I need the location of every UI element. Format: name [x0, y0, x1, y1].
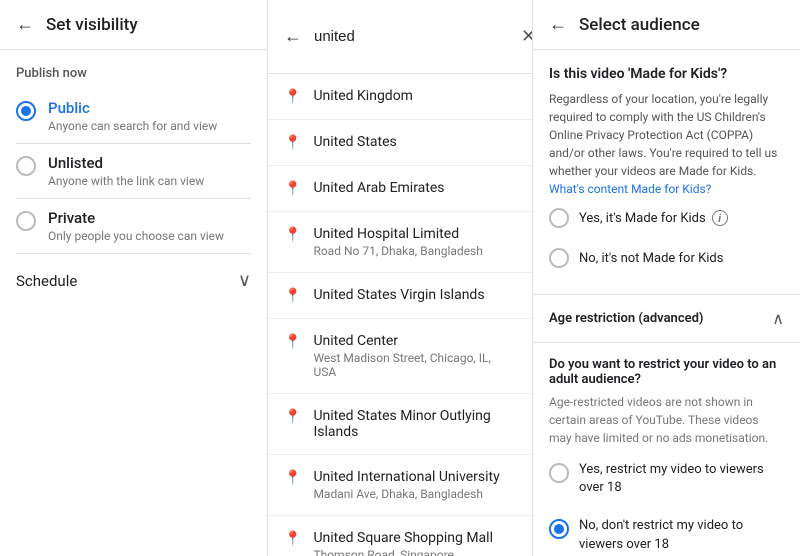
location-item[interactable]: 📍 United States Minor Outlying Islands [268, 394, 532, 455]
location-item[interactable]: 📍 United International University Madani A… [268, 455, 532, 516]
location-name: United International University [313, 469, 499, 485]
unlisted-text-group: Unlisted Anyone with the link can view [48, 154, 204, 188]
yes-kids-option[interactable]: Yes, it's Made for Kids i [549, 198, 784, 238]
yes-age-label: Yes, restrict my video to viewers over 1… [579, 461, 784, 497]
location-name: United States Minor Outlying Islands [313, 408, 516, 440]
no-kids-option[interactable]: No, it's not Made for Kids [549, 238, 784, 278]
unlisted-radio[interactable] [16, 156, 36, 176]
right-back-button[interactable]: ← [549, 14, 567, 35]
kids-description: Regardless of your location, you're lega… [549, 90, 784, 198]
location-pin-icon: 📍 [284, 181, 301, 197]
location-sub: Madani Ave, Dhaka, Bangladesh [313, 487, 499, 501]
location-name: United States Virgin Islands [313, 287, 484, 303]
location-text-group: United Center West Madison Street, Chicag… [313, 333, 516, 379]
location-name: United Square Shopping Mall [313, 530, 493, 546]
location-text-group: United States Minor Outlying Islands [313, 408, 516, 440]
left-panel-title: Set visibility [46, 15, 251, 35]
location-name: United Hospital Limited [313, 226, 482, 242]
location-item[interactable]: 📍 United Square Shopping Mall Thomson Road… [268, 516, 532, 556]
location-item[interactable]: 📍 United States Virgin Islands [268, 273, 532, 319]
no-age-label: No, don't restrict my video to viewers o… [579, 517, 784, 553]
location-item[interactable]: 📍 United Hospital Limited Road No 71, Dhak… [268, 212, 532, 273]
right-panel-header: ← Select audience [533, 0, 800, 50]
yes-age-option[interactable]: Yes, restrict my video to viewers over 1… [549, 451, 784, 507]
location-text-group: United States Virgin Islands [313, 287, 484, 303]
kids-link[interactable]: What's content Made for Kids? [549, 182, 711, 196]
yes-age-radio[interactable] [549, 463, 569, 483]
right-panel-title: Select audience [579, 15, 784, 35]
location-name: United Center [313, 333, 516, 349]
schedule-chevron-icon: ∨ [238, 270, 251, 291]
left-back-button[interactable]: ← [16, 14, 34, 35]
unlisted-option[interactable]: Unlisted Anyone with the link can view [0, 144, 267, 198]
location-item[interactable]: 📍 United Center West Madison Street, Chica… [268, 319, 532, 394]
location-sub: Road No 71, Dhaka, Bangladesh [313, 244, 482, 258]
location-pin-icon: 📍 [284, 531, 301, 547]
location-text-group: United States [313, 134, 396, 150]
age-restriction-header[interactable]: Age restriction (advanced) ∧ [533, 295, 800, 343]
unlisted-label: Unlisted [48, 154, 204, 172]
private-radio[interactable] [16, 211, 36, 231]
left-panel-header: ← Set visibility [0, 0, 267, 50]
public-sublabel: Anyone can search for and view [48, 119, 217, 133]
private-label: Private [48, 209, 224, 227]
publish-section-label: Publish now [0, 50, 267, 89]
search-input[interactable] [314, 14, 513, 59]
public-option[interactable]: Public Anyone can search for and view [0, 89, 267, 143]
age-question: Do you want to restrict your video to an… [549, 343, 784, 387]
public-radio[interactable] [16, 101, 36, 121]
location-text-group: United Arab Emirates [313, 180, 444, 196]
unlisted-sublabel: Anyone with the link can view [48, 174, 204, 188]
location-text-group: United Kingdom [313, 88, 413, 104]
kids-section: Is this video 'Made for Kids'? Regardles… [533, 50, 800, 295]
location-pin-icon: 📍 [284, 409, 301, 425]
schedule-label: Schedule [16, 272, 77, 290]
info-icon[interactable]: i [712, 210, 728, 226]
location-pin-icon: 📍 [284, 288, 301, 304]
location-item[interactable]: 📍 United Kingdom [268, 74, 532, 120]
no-kids-label: No, it's not Made for Kids [579, 251, 723, 266]
set-visibility-panel: ← Set visibility Publish now Public Anyo… [0, 0, 268, 556]
location-pin-icon: 📍 [284, 334, 301, 350]
search-panel: ← ✕ 📍 United Kingdom 📍 United States 📍 United… [268, 0, 533, 556]
kids-question: Is this video 'Made for Kids'? [549, 66, 784, 82]
location-item[interactable]: 📍 United States [268, 120, 532, 166]
location-sub: West Madison Street, Chicago, IL, USA [313, 351, 516, 379]
kids-description-text: Regardless of your location, you're lega… [549, 92, 777, 178]
location-pin-icon: 📍 [284, 227, 301, 243]
location-sub: Thomson Road, Singapore [313, 548, 493, 556]
location-name: United Arab Emirates [313, 180, 444, 196]
search-close-button[interactable]: ✕ [521, 26, 533, 47]
location-pin-icon: 📍 [284, 89, 301, 105]
no-age-radio[interactable] [549, 519, 569, 539]
schedule-row[interactable]: Schedule ∨ [0, 254, 267, 307]
location-name: United States [313, 134, 396, 150]
no-age-option[interactable]: No, don't restrict my video to viewers o… [549, 507, 784, 556]
middle-back-button[interactable]: ← [284, 26, 302, 47]
location-item[interactable]: 📍 United Arab Emirates [268, 166, 532, 212]
age-chevron-icon: ∧ [772, 309, 784, 328]
age-content: Do you want to restrict your video to an… [533, 343, 800, 556]
yes-kids-label: Yes, it's Made for Kids [579, 211, 706, 226]
location-text-group: United International University Madani Av… [313, 469, 499, 501]
location-pin-icon: 📍 [284, 135, 301, 151]
location-pin-icon: 📍 [284, 470, 301, 486]
no-kids-radio[interactable] [549, 248, 569, 268]
private-text-group: Private Only people you choose can view [48, 209, 224, 243]
select-audience-panel: ← Select audience Is this video 'Made fo… [533, 0, 800, 556]
age-description: Age-restricted videos are not shown in c… [549, 393, 784, 447]
location-text-group: United Hospital Limited Road No 71, Dhaka… [313, 226, 482, 258]
middle-panel-header: ← ✕ [268, 0, 532, 74]
location-name: United Kingdom [313, 88, 413, 104]
public-text-group: Public Anyone can search for and view [48, 99, 217, 133]
private-option[interactable]: Private Only people you choose can view [0, 199, 267, 253]
private-sublabel: Only people you choose can view [48, 229, 224, 243]
public-label: Public [48, 99, 217, 117]
location-list: 📍 United Kingdom 📍 United States 📍 United Ara… [268, 74, 532, 556]
age-section-title: Age restriction (advanced) [549, 311, 703, 326]
location-text-group: United Square Shopping Mall Thomson Road,… [313, 530, 493, 556]
yes-kids-radio[interactable] [549, 208, 569, 228]
